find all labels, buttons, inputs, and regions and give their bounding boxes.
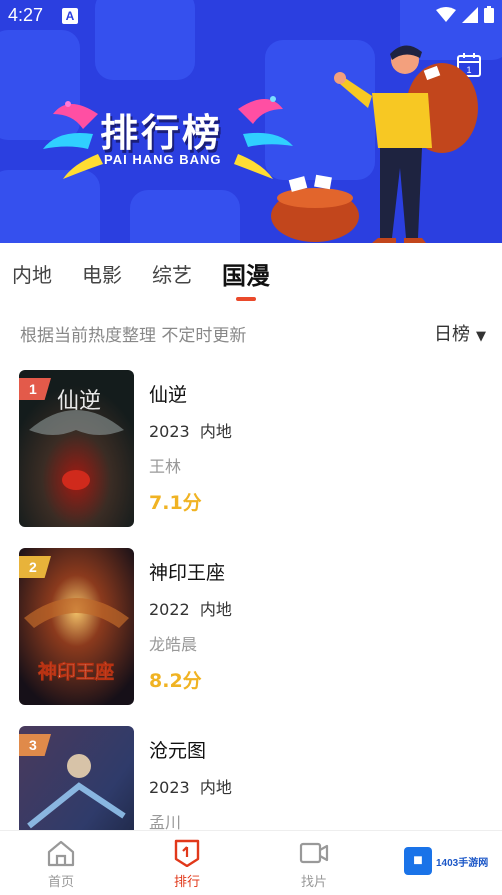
bottom-navigation: 首页 排行 找片 ■ 1403手游网 [0, 830, 502, 895]
notification-a-icon: A [62, 8, 78, 24]
item-title: 神印王座 [149, 562, 226, 584]
banner-subtitle: PAI HANG BANG [104, 152, 222, 167]
tab-variety[interactable]: 综艺 [152, 259, 192, 288]
item-info: 沧元图 2023 内地 孟川 [149, 736, 232, 830]
list-item[interactable]: 神印王座 2 神印王座 2022 内地 龙皓晨 8.2分 [19, 538, 489, 705]
item-year: 2023 [149, 422, 190, 441]
sort-dropdown[interactable]: 日榜 ▼ [434, 320, 486, 346]
status-icons [436, 6, 494, 23]
battery-icon [484, 6, 494, 23]
watermark-text: 1403手游网 [436, 857, 489, 869]
person-carrying-sack-illustration [271, 45, 478, 243]
nav-find-label: 找片 [300, 875, 327, 890]
chevron-down-icon: ▼ [476, 329, 486, 344]
ranking-subheader: 根据当前热度整理 不定时更新 日榜 ▼ [20, 318, 486, 348]
sort-label: 日榜 [434, 324, 470, 345]
item-actor: 龙皓晨 [149, 635, 198, 654]
item-info: 仙逆 2023 内地 王林 7.1分 [149, 380, 232, 515]
item-meta: 2023 内地 [149, 774, 232, 798]
status-bar: 4:27 A [0, 0, 502, 32]
status-time: 4:27 [8, 5, 44, 25]
poster-image: 3 [19, 726, 134, 830]
tab-movie[interactable]: 电影 [82, 259, 122, 288]
item-meta: 2023 内地 [149, 418, 232, 442]
item-info: 神印王座 2022 内地 龙皓晨 8.2分 [149, 558, 232, 693]
banner-tile [130, 190, 240, 243]
list-item[interactable]: 3 沧元图 2023 内地 孟川 [19, 716, 489, 830]
item-region: 内地 [199, 600, 232, 619]
item-region: 内地 [199, 422, 232, 441]
home-icon [47, 840, 75, 867]
item-title: 仙逆 [149, 384, 188, 406]
nav-home[interactable]: 首页 [31, 839, 91, 890]
nav-rank-label: 排行 [173, 875, 200, 890]
nav-rank[interactable]: 排行 [157, 839, 217, 890]
poster-title: 神印王座 [38, 660, 114, 683]
list-item[interactable]: 仙逆 1 仙逆 2023 内地 王林 7.1分 [19, 360, 489, 527]
item-actor: 孟川 [149, 813, 182, 830]
watermark-logo-icon: ■ [404, 847, 432, 875]
ranking-description: 根据当前热度整理 不定时更新 [20, 325, 247, 346]
banner-title-block: 排行榜 PAI HANG BANG [38, 84, 298, 184]
watermark: ■ 1403手游网 [404, 845, 496, 877]
ranking-list: 仙逆 1 仙逆 2023 内地 王林 7.1分 神印王座 2 神印王座 2022… [0, 360, 502, 830]
nav-home-label: 首页 [47, 875, 74, 890]
rank-icon [174, 839, 200, 867]
category-tabs: 内地 电影 综艺 国漫 [0, 243, 502, 303]
item-year: 2023 [149, 778, 190, 797]
signal-icon [462, 6, 478, 23]
video-icon [299, 842, 329, 864]
tab-mainland[interactable]: 内地 [12, 259, 52, 288]
banner-title: 排行榜 [100, 111, 224, 155]
item-actor: 王林 [149, 457, 182, 476]
poster-title: 仙逆 [57, 389, 101, 414]
wifi-icon [436, 6, 456, 22]
poster-image: 仙逆 1 [19, 370, 134, 527]
item-title: 沧元图 [149, 740, 207, 762]
item-year: 2022 [149, 600, 190, 619]
poster-image: 神印王座 2 [19, 548, 134, 705]
item-score: 7.1分 [149, 492, 202, 514]
item-score: 8.2分 [149, 670, 202, 692]
rank-banner: 4:27 A 1 排行榜 PAI HANG BANG [0, 0, 502, 243]
item-region: 内地 [199, 778, 232, 797]
nav-find[interactable]: 找片 [284, 839, 344, 890]
item-meta: 2022 内地 [149, 596, 232, 620]
tab-chinese-anime[interactable]: 国漫 [222, 256, 270, 301]
